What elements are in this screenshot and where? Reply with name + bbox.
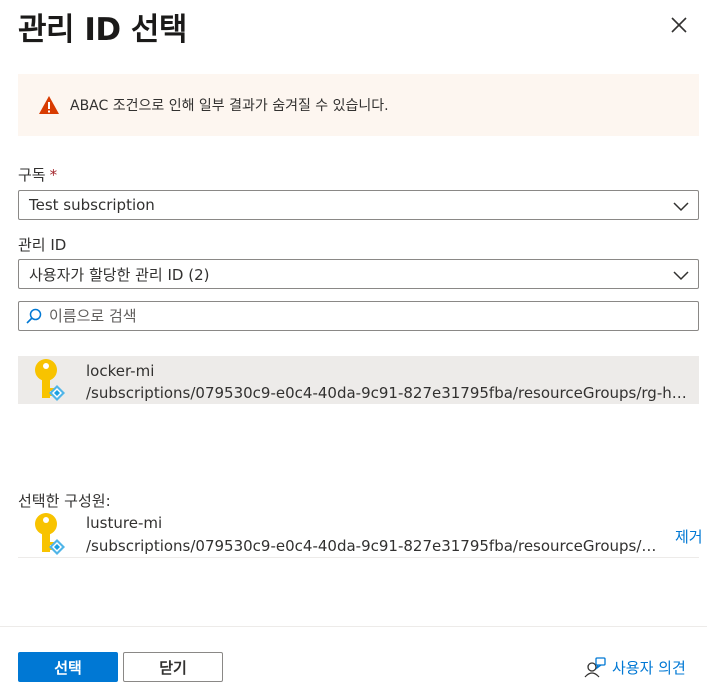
select-button[interactable]: 선택 bbox=[18, 652, 118, 682]
close-button[interactable]: 닫기 bbox=[123, 652, 223, 682]
selected-members-label: 선택한 구성원: bbox=[18, 492, 111, 510]
subscription-label: 구독 * bbox=[18, 166, 58, 184]
result-name: locker-mi bbox=[86, 362, 155, 380]
feedback-link[interactable]: 사용자 의견 bbox=[584, 656, 686, 678]
panel-title: 관리 ID 선택 bbox=[18, 12, 187, 48]
managed-identity-key-icon bbox=[35, 359, 65, 401]
managed-id-dropdown[interactable]: 사용자가 할당한 관리 ID (2) bbox=[18, 259, 699, 289]
managed-id-value: 사용자가 할당한 관리 ID (2) bbox=[29, 265, 210, 284]
warning-text: ABAC 조건으로 인해 일부 결과가 숨겨질 수 있습니다. bbox=[70, 98, 389, 114]
subscription-value: Test subscription bbox=[29, 196, 155, 214]
managed-identity-key-icon bbox=[35, 513, 65, 555]
search-input[interactable] bbox=[49, 307, 689, 325]
search-box[interactable] bbox=[18, 301, 699, 331]
feedback-label: 사용자 의견 bbox=[612, 658, 686, 677]
member-name: lusture-mi bbox=[86, 514, 163, 532]
feedback-person-icon bbox=[584, 657, 606, 678]
warning-icon bbox=[39, 96, 59, 114]
member-path: /subscriptions/079530c9-e0c4-40da-9c91-8… bbox=[86, 537, 658, 555]
result-path: /subscriptions/079530c9-e0c4-40da-9c91-8… bbox=[86, 384, 690, 402]
chevron-down-icon bbox=[673, 202, 689, 212]
search-icon bbox=[26, 308, 42, 324]
managed-id-label: 관리 ID bbox=[18, 236, 67, 254]
subscription-dropdown[interactable]: Test subscription bbox=[18, 190, 699, 220]
required-mark: * bbox=[49, 166, 58, 184]
remove-member-link[interactable]: 제거 bbox=[675, 526, 703, 547]
footer-divider bbox=[0, 626, 707, 627]
close-icon[interactable] bbox=[668, 14, 690, 36]
selected-member-lusture-mi: lusture-mi /subscriptions/079530c9-e0c4-… bbox=[18, 510, 703, 558]
chevron-down-icon bbox=[673, 271, 689, 281]
abac-warning-banner: ABAC 조건으로 인해 일부 결과가 숨겨질 수 있습니다. bbox=[18, 74, 699, 136]
result-item-locker-mi[interactable]: locker-mi /subscriptions/079530c9-e0c4-4… bbox=[18, 356, 699, 404]
